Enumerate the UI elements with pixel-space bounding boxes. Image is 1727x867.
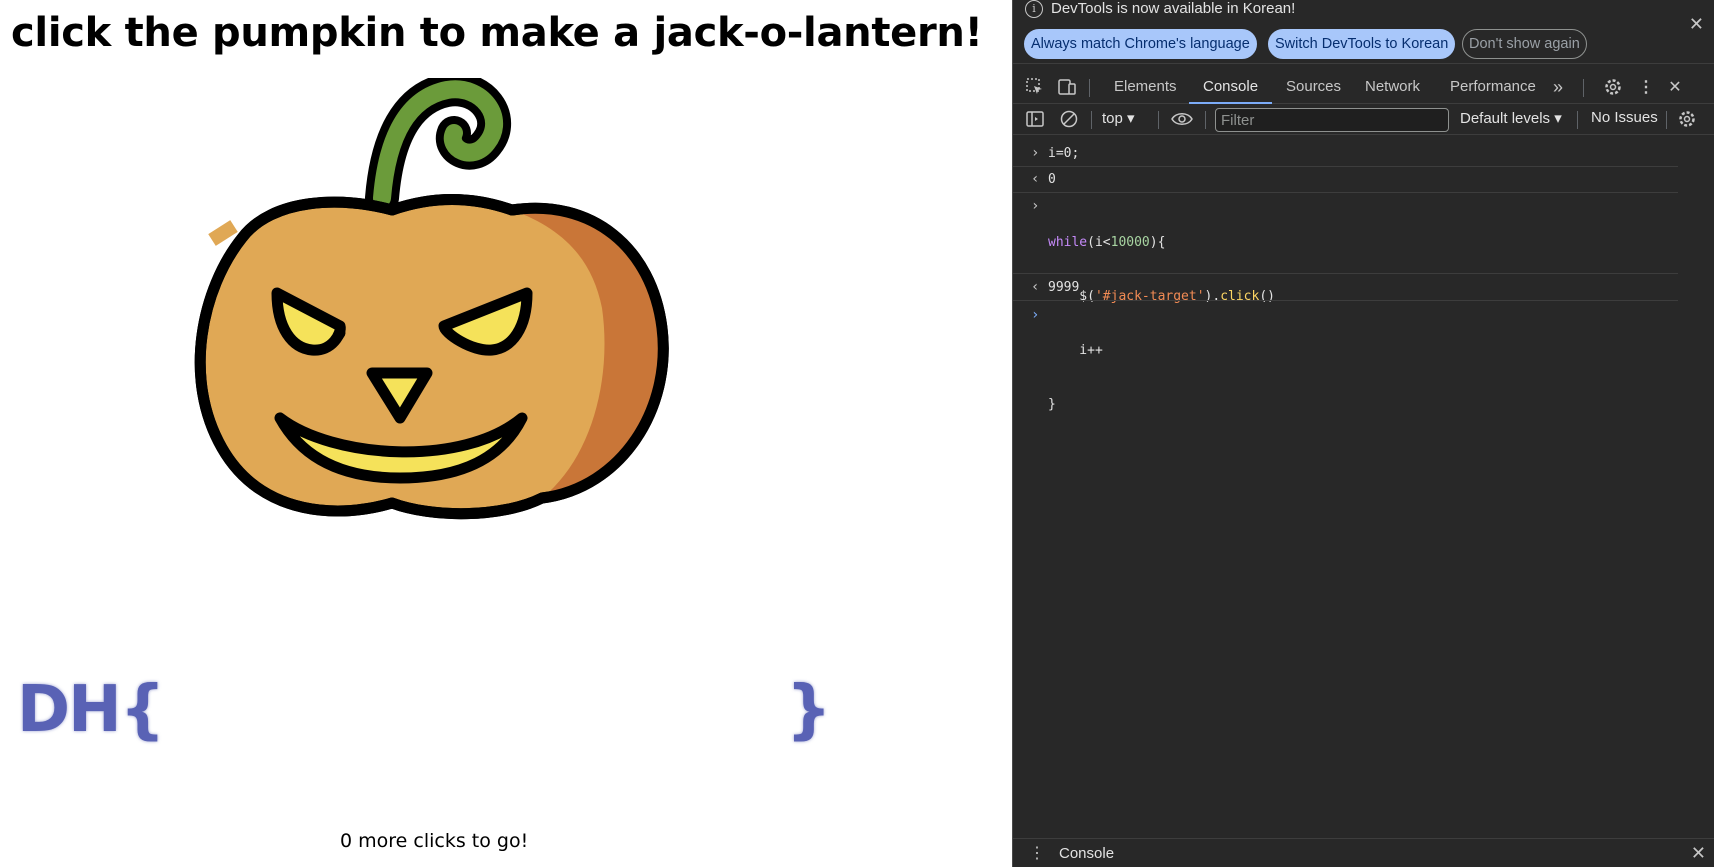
devtools-panel: i DevTools is now available in Korean! ✕… (1012, 0, 1714, 867)
infobar-message: DevTools is now available in Korean! (1051, 0, 1296, 17)
eye-icon[interactable] (1171, 109, 1193, 129)
clicks-remaining: 0 more clicks to go! (340, 830, 529, 852)
language-infobar: i DevTools is now available in Korean! ✕… (1013, 0, 1714, 64)
dont-show-again-button[interactable]: Don't show again (1462, 29, 1587, 59)
console-input-row: › i=0; (1013, 145, 1678, 167)
jack-target-pumpkin[interactable] (182, 72, 682, 568)
console-settings-icon[interactable] (1677, 109, 1697, 129)
always-match-language-button[interactable]: Always match Chrome's language (1024, 29, 1257, 59)
inspect-element-icon[interactable] (1025, 77, 1045, 97)
return-arrow-icon: ‹ (1031, 279, 1040, 295)
settings-gear-icon[interactable] (1603, 77, 1623, 97)
kebab-menu-icon[interactable]: ⋮ (1636, 77, 1656, 97)
drawer-tab-console[interactable]: Console (1059, 845, 1114, 862)
issues-button[interactable]: No Issues (1591, 109, 1658, 126)
close-drawer-icon[interactable]: ✕ (1691, 843, 1706, 864)
flag-suffix: } (786, 673, 832, 747)
console-result: 9999 (1048, 280, 1080, 295)
more-tabs-icon[interactable]: » (1551, 70, 1565, 104)
devtools-tabbar: Elements Console Sources Network Perform… (1013, 70, 1714, 104)
console-output-row: ‹ 0 (1013, 171, 1678, 193)
tab-performance[interactable]: Performance (1448, 70, 1538, 104)
clear-console-icon[interactable] (1059, 109, 1079, 129)
context-select[interactable]: top ▾ (1102, 109, 1135, 127)
sidebar-toggle-icon[interactable] (1025, 109, 1045, 129)
console-code: i=0; (1048, 146, 1080, 161)
console-result: 0 (1048, 172, 1056, 187)
return-arrow-icon: ‹ (1031, 171, 1040, 187)
console-toolbar: top ▾ Default levels ▾ No Issues (1013, 105, 1714, 135)
console-drawer: ⋮ Console ✕ (1013, 838, 1714, 867)
console-output[interactable]: › i=0; ‹ 0 › while(i<10000){ $('#jack-ta… (1013, 137, 1714, 837)
switch-to-korean-button[interactable]: Switch DevTools to Korean (1268, 29, 1456, 59)
window-edge (1714, 0, 1727, 867)
filter-input[interactable] (1215, 108, 1449, 132)
web-page: click the pumpkin to make a jack-o-lante… (0, 0, 1012, 867)
close-icon[interactable]: ✕ (1689, 14, 1704, 35)
code-line: i++ (1048, 343, 1103, 358)
tab-console[interactable]: Console (1188, 70, 1273, 104)
tab-sources[interactable]: Sources (1284, 70, 1343, 104)
console-input-row: › while(i<10000){ $('#jack-target').clic… (1013, 198, 1678, 412)
prompt-chevron-icon[interactable]: › (1031, 307, 1039, 323)
chevron-right-icon: › (1031, 145, 1040, 161)
drawer-menu-icon[interactable]: ⋮ (1029, 843, 1045, 863)
page-title: click the pumpkin to make a jack-o-lante… (11, 10, 983, 56)
code-line: } (1048, 397, 1056, 412)
console-code-block: while(i<10000){ $('#jack-target').click(… (1048, 198, 1275, 450)
code-line: while(i<10000){ (1048, 235, 1166, 250)
chevron-right-icon: › (1031, 198, 1040, 214)
close-devtools-icon[interactable]: ✕ (1665, 77, 1685, 97)
tab-elements[interactable]: Elements (1112, 70, 1179, 104)
flag-prefix: DH{ (17, 673, 165, 747)
tab-network[interactable]: Network (1363, 70, 1422, 104)
device-toolbar-icon[interactable] (1057, 77, 1077, 97)
console-output-row: ‹ 9999 (1013, 279, 1678, 301)
pumpkin-icon (194, 72, 669, 520)
log-levels-select[interactable]: Default levels ▾ (1460, 109, 1562, 127)
info-icon: i (1025, 0, 1043, 18)
